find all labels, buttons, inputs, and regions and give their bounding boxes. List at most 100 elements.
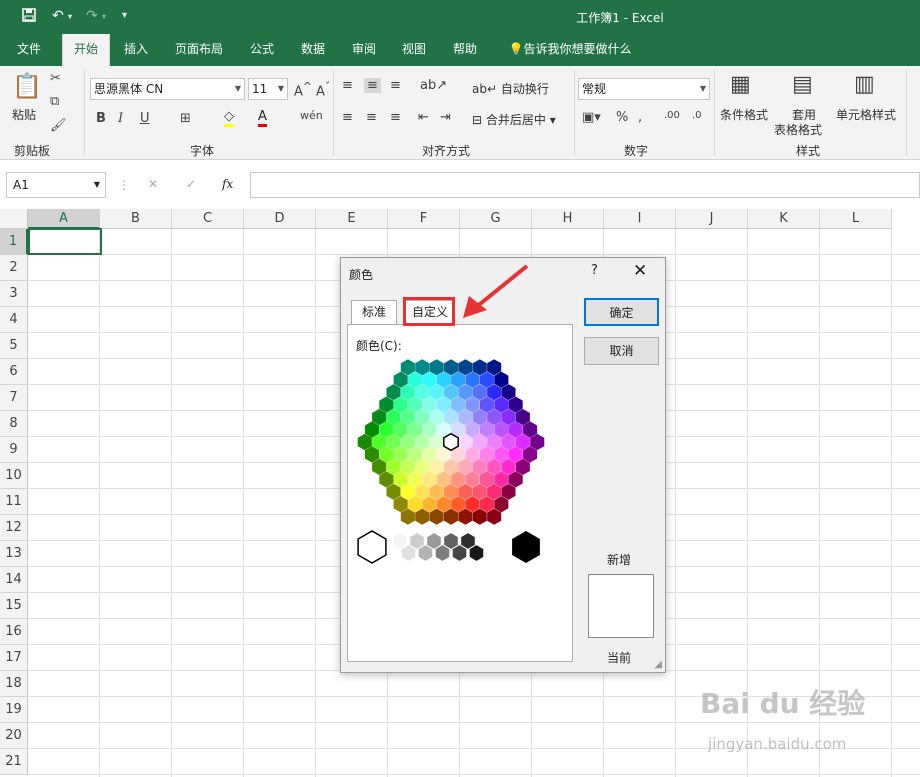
- accounting-format-icon[interactable]: ▣▾: [582, 110, 601, 125]
- percent-icon[interactable]: %: [616, 110, 628, 125]
- row-header[interactable]: 12: [0, 515, 28, 541]
- column-header[interactable]: B: [100, 209, 172, 229]
- customize-toolbar-icon[interactable]: ▾: [122, 10, 127, 21]
- color-hexagon-palette[interactable]: [348, 325, 574, 585]
- row-header[interactable]: 16: [0, 619, 28, 645]
- conditional-format-icon[interactable]: ▦: [730, 72, 751, 97]
- redo-icon[interactable]: ↷: [86, 8, 98, 24]
- font-name-select[interactable]: 思源黑体 CN ▼: [90, 78, 245, 100]
- increase-indent-icon[interactable]: ⇥: [440, 110, 451, 125]
- row-header[interactable]: 7: [0, 385, 28, 411]
- tab-view[interactable]: 视图: [392, 34, 436, 66]
- format-table-button-line2[interactable]: 表格格式: [774, 121, 822, 138]
- cell-styles-icon[interactable]: ▥: [854, 72, 875, 97]
- align-right-icon[interactable]: ≡: [390, 110, 401, 125]
- cut-icon[interactable]: ✂: [50, 71, 61, 86]
- paste-icon[interactable]: 📋: [12, 72, 42, 100]
- column-header[interactable]: G: [460, 209, 532, 229]
- align-top-icon[interactable]: ≡: [342, 78, 353, 93]
- format-table-icon[interactable]: ▤: [792, 72, 813, 97]
- number-format-select[interactable]: 常规 ▼: [578, 78, 710, 100]
- tab-home[interactable]: 开始: [62, 34, 110, 66]
- row-header[interactable]: 21: [0, 749, 28, 775]
- column-header[interactable]: A: [28, 209, 100, 229]
- wrap-text-button[interactable]: ab↵ 自动换行: [472, 80, 549, 97]
- gray-swatch[interactable]: [393, 533, 407, 549]
- black-swatch[interactable]: [512, 531, 540, 563]
- row-header[interactable]: 8: [0, 411, 28, 437]
- format-painter-icon[interactable]: 🖌: [50, 118, 67, 133]
- row-header[interactable]: 20: [0, 723, 28, 749]
- white-swatch[interactable]: [357, 530, 387, 564]
- align-left-icon[interactable]: ≡: [342, 110, 353, 125]
- name-box[interactable]: A1 ▼: [6, 172, 106, 198]
- gray-swatch[interactable]: [444, 533, 458, 549]
- selected-cell-a1[interactable]: [28, 228, 102, 255]
- comma-style-icon[interactable]: ,: [638, 110, 642, 125]
- row-header[interactable]: 15: [0, 593, 28, 619]
- decrease-indent-icon[interactable]: ⇤: [418, 110, 429, 125]
- row-header[interactable]: 18: [0, 671, 28, 697]
- tab-page-layout[interactable]: 页面布局: [164, 34, 234, 66]
- undo-dropdown-icon[interactable]: ▾: [68, 12, 72, 21]
- align-bottom-icon[interactable]: ≡: [390, 78, 401, 93]
- column-header[interactable]: K: [748, 209, 820, 229]
- conditional-format-button[interactable]: 条件格式: [720, 106, 768, 123]
- row-header[interactable]: 11: [0, 489, 28, 515]
- font-color-icon[interactable]: A: [258, 109, 267, 127]
- align-middle-icon[interactable]: ≡: [364, 78, 381, 93]
- row-header[interactable]: 10: [0, 463, 28, 489]
- bold-button[interactable]: B: [96, 111, 106, 126]
- ok-button[interactable]: 确定: [584, 298, 659, 326]
- formula-input[interactable]: [250, 172, 920, 198]
- tab-help[interactable]: 帮助: [442, 34, 488, 66]
- column-header[interactable]: C: [172, 209, 244, 229]
- merge-center-button[interactable]: ⊟ 合并后居中 ▾: [472, 111, 556, 128]
- tell-me-box[interactable]: 💡告诉我你想要做什么: [500, 34, 640, 66]
- gray-swatch[interactable]: [427, 533, 441, 549]
- tab-file[interactable]: 文件: [6, 34, 52, 66]
- phonetic-icon[interactable]: wén: [300, 109, 323, 122]
- row-header[interactable]: 5: [0, 333, 28, 359]
- italic-button[interactable]: I: [118, 111, 123, 126]
- cancel-entry-icon[interactable]: ✕: [148, 177, 158, 191]
- gray-swatch[interactable]: [469, 545, 484, 561]
- row-header[interactable]: 19: [0, 697, 28, 723]
- resize-grip-icon[interactable]: ◢: [654, 659, 662, 670]
- select-all-corner[interactable]: [0, 209, 28, 229]
- column-header[interactable]: J: [676, 209, 748, 229]
- row-header[interactable]: 17: [0, 645, 28, 671]
- row-header[interactable]: 4: [0, 307, 28, 333]
- fill-color-icon[interactable]: ◇: [224, 109, 234, 127]
- gray-swatch[interactable]: [410, 533, 424, 549]
- paste-button[interactable]: 粘贴: [12, 106, 36, 123]
- row-header[interactable]: 1: [0, 229, 28, 255]
- underline-button[interactable]: U: [140, 111, 150, 126]
- border-icon[interactable]: ⊞: [180, 111, 191, 126]
- decrease-font-icon[interactable]: Aˇ: [316, 80, 330, 99]
- gray-swatch[interactable]: [452, 545, 467, 561]
- column-header[interactable]: E: [316, 209, 388, 229]
- increase-font-icon[interactable]: A^: [294, 80, 312, 99]
- row-header[interactable]: 6: [0, 359, 28, 385]
- column-header[interactable]: H: [532, 209, 604, 229]
- copy-icon[interactable]: ⧉: [50, 94, 59, 109]
- cell-styles-button[interactable]: 单元格样式: [836, 106, 896, 123]
- increase-decimal-icon[interactable]: .00: [664, 110, 680, 121]
- help-button[interactable]: ?: [591, 263, 598, 278]
- undo-icon[interactable]: ↶: [52, 8, 64, 24]
- decrease-decimal-icon[interactable]: .0: [692, 110, 702, 121]
- row-header[interactable]: 3: [0, 281, 28, 307]
- cancel-button[interactable]: 取消: [584, 337, 659, 365]
- tab-data[interactable]: 数据: [290, 34, 336, 66]
- font-size-select[interactable]: 11 ▼: [248, 78, 288, 100]
- column-header[interactable]: L: [820, 209, 892, 229]
- tab-formulas[interactable]: 公式: [240, 34, 284, 66]
- row-header[interactable]: 2: [0, 255, 28, 281]
- row-header[interactable]: 13: [0, 541, 28, 567]
- redo-dropdown-icon[interactable]: ▾: [102, 12, 106, 21]
- close-icon[interactable]: ✕: [633, 261, 647, 281]
- column-header[interactable]: F: [388, 209, 460, 229]
- tab-insert[interactable]: 插入: [114, 34, 158, 66]
- column-header[interactable]: D: [244, 209, 316, 229]
